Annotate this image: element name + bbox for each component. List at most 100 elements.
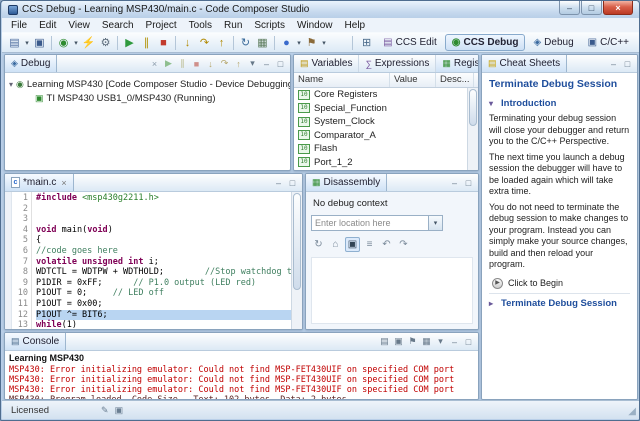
tab-variables[interactable]: ▤ Variables	[294, 55, 360, 72]
debug-menu-arrow[interactable]: ▾	[72, 34, 80, 51]
resize-grip-icon[interactable]: ◢	[628, 406, 636, 417]
minimize-icon[interactable]: –	[449, 337, 460, 347]
refresh-icon[interactable]: ↻	[311, 237, 326, 252]
editor-body[interactable]: 1 2 3 4 5 6 7 8 9 10 11 12 13 #include <msp430g2211.…	[5, 192, 302, 329]
maximize-icon[interactable]: □	[287, 178, 298, 188]
minimize-button[interactable]: –	[559, 1, 580, 15]
title-bar[interactable]: CCS Debug - Learning MSP430/main.c - Cod…	[2, 1, 639, 18]
maximize-icon[interactable]: □	[275, 59, 286, 69]
register-group-row[interactable]: 10 Port_1_2	[294, 156, 478, 170]
step-return-icon[interactable]: ↑	[233, 59, 244, 69]
minimize-icon[interactable]: –	[608, 59, 619, 69]
scrollbar-thumb[interactable]	[293, 193, 301, 291]
register-group-row[interactable]: 10 System_Clock	[294, 115, 478, 129]
breakpoint-icon[interactable]: ●	[278, 34, 295, 51]
memory-icon[interactable]: ▦	[254, 34, 271, 51]
code-line[interactable]: P1DIR = 0xFF; // P1.0 output (LED red)	[36, 278, 302, 289]
display-console-icon[interactable]: ▦	[421, 336, 432, 347]
code-line[interactable]: #include <msp430g2211.h>	[36, 193, 302, 204]
view-menu-icon[interactable]: ▾	[435, 336, 446, 347]
section-header[interactable]: ▸ Terminate Debug Session	[489, 298, 630, 310]
code-line[interactable]: P1OUT = 0x00;	[36, 299, 302, 310]
code-line[interactable]	[36, 204, 302, 215]
step-into-icon[interactable]: ↓	[205, 59, 216, 69]
debug-launch-icon[interactable]: ◉	[55, 34, 72, 51]
maximize-button[interactable]: □	[581, 1, 602, 15]
register-group-row[interactable]: 10 Flash	[294, 142, 478, 156]
column-header-desc[interactable]: Desc...	[436, 73, 474, 87]
code-line[interactable]: volatile unsigned int i;	[36, 257, 302, 268]
register-group-row[interactable]: 10 Core Registers	[294, 88, 478, 102]
resume-icon[interactable]: ▶	[121, 34, 138, 51]
menu-run[interactable]: Run	[218, 20, 248, 31]
section-header[interactable]: ▾ Introduction	[489, 98, 630, 110]
step-over-icon[interactable]: ↷	[196, 34, 213, 51]
register-group-row[interactable]: 10 Comparator_A	[294, 129, 478, 143]
menu-window[interactable]: Window	[291, 20, 339, 31]
column-header-name[interactable]: Name	[294, 73, 390, 87]
maximize-icon[interactable]: □	[463, 337, 474, 347]
code-line[interactable]: //code goes here	[36, 246, 302, 257]
back-icon[interactable]: ↶	[379, 237, 394, 252]
expand-arrow-icon[interactable]: ▸	[489, 298, 497, 310]
menu-file[interactable]: File	[5, 20, 33, 31]
registers-scrollbar[interactable]	[467, 88, 478, 170]
remove-terminated-icon[interactable]: ×	[149, 59, 160, 69]
register-group-row[interactable]: 10 Special_Function	[294, 102, 478, 116]
menu-tools[interactable]: Tools	[183, 20, 218, 31]
minimize-icon[interactable]: –	[449, 178, 460, 188]
tab-disassembly[interactable]: ▦ Disassembly	[306, 174, 388, 191]
code-line[interactable]: P1OUT ^= BIT6;	[36, 309, 302, 321]
debug-tree-node[interactable]: ▣ TI MSP430 USB1_0/MSP430 (Running)	[7, 91, 288, 105]
menu-help[interactable]: Help	[339, 20, 372, 31]
tab-main-c[interactable]: c *main.c ×	[5, 174, 74, 191]
menu-project[interactable]: Project	[140, 20, 183, 31]
suspend-icon[interactable]: ∥	[138, 34, 155, 51]
code-line[interactable]: void main(void)	[36, 225, 302, 236]
pin-icon[interactable]: ⚑	[303, 34, 320, 51]
forward-icon[interactable]: ↷	[396, 237, 411, 252]
combo-dropdown-icon[interactable]: ▾	[428, 216, 442, 230]
close-button[interactable]: ×	[603, 1, 633, 15]
editor-scrollbar[interactable]	[291, 192, 302, 329]
collapse-arrow-icon[interactable]: ▾	[489, 98, 497, 110]
menu-scripts[interactable]: Scripts	[248, 20, 291, 31]
perspective-tab-c-c[interactable]: ▣ C/C++	[582, 35, 635, 50]
tab-debug[interactable]: ◈ Debug	[5, 55, 58, 72]
menu-view[interactable]: View	[62, 20, 96, 31]
menu-edit[interactable]: Edit	[33, 20, 62, 31]
perspective-tab-ccs-debug[interactable]: ◉ CCS Debug	[444, 34, 526, 51]
editor-code[interactable]: #include <msp430g2211.h> void main(void)…	[32, 192, 302, 329]
location-combo[interactable]: ▾	[311, 215, 443, 231]
minimize-icon[interactable]: –	[273, 178, 284, 188]
terminate-icon[interactable]: ■	[155, 34, 172, 51]
minimize-icon[interactable]: –	[261, 59, 272, 69]
new-file-menu-arrow[interactable]: ▾	[23, 34, 31, 51]
new-file-icon[interactable]: ▤	[6, 34, 23, 51]
step-over-icon[interactable]: ↷	[219, 58, 230, 69]
suspend-icon[interactable]: ∥	[177, 58, 188, 69]
terminate-icon[interactable]: ■	[191, 59, 202, 69]
show-source-icon[interactable]: ≡	[362, 237, 377, 252]
open-perspective-icon[interactable]: ⊞	[358, 34, 375, 51]
code-line[interactable]: P1OUT = 0; // LED off	[36, 288, 302, 299]
menu-search[interactable]: Search	[96, 20, 140, 31]
location-input[interactable]	[312, 216, 428, 230]
code-line[interactable]: {	[36, 235, 302, 246]
tab-registers[interactable]: ▦Registers	[436, 55, 478, 72]
maximize-icon[interactable]: □	[463, 178, 474, 188]
maximize-icon[interactable]: □	[622, 59, 633, 69]
expand-arrow-icon[interactable]: ▾	[9, 80, 13, 89]
tab-expressions[interactable]: ∑ Expressions	[359, 55, 437, 72]
tab-cheat-sheets[interactable]: ▤ Cheat Sheets	[482, 55, 568, 72]
build-icon[interactable]: ⚙	[97, 34, 114, 51]
pin-console-icon[interactable]: ⚑	[407, 336, 418, 347]
code-line[interactable]: WDTCTL = WDTPW + WDTHOLD; //Stop watchdo…	[36, 267, 302, 278]
refresh-icon[interactable]: ↻	[237, 34, 254, 51]
home-icon[interactable]: ⌂	[328, 237, 343, 252]
click-to-begin[interactable]: ▶ Click to Begin	[492, 278, 630, 290]
resume-icon[interactable]: ▶	[163, 58, 174, 69]
breakpoint-menu-arrow[interactable]: ▾	[295, 34, 303, 51]
step-into-icon[interactable]: ↓	[179, 34, 196, 51]
perspective-tab-debug[interactable]: ◈ Debug	[527, 35, 579, 50]
